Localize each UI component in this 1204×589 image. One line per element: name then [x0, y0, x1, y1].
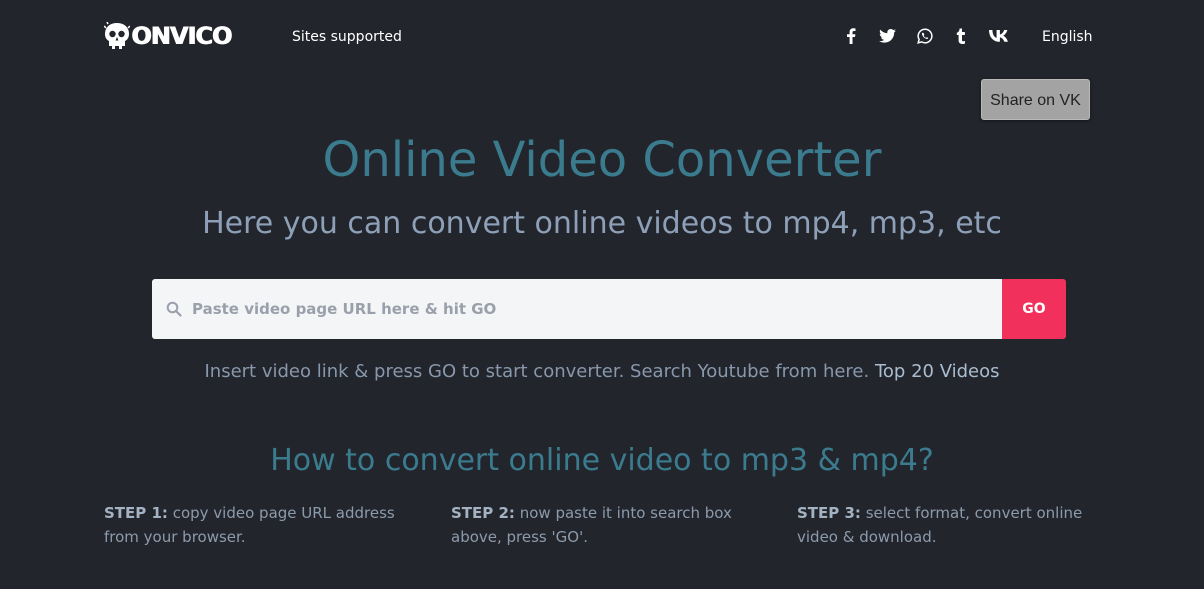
step-label: STEP 1:	[104, 504, 168, 522]
logo-text: ONVICO	[131, 22, 232, 50]
page-subtitle: Here you can convert online videos to mp…	[202, 206, 1002, 241]
step-1: STEP 1: copy video page URL address from…	[104, 501, 404, 549]
tumblr-icon	[956, 28, 965, 44]
vk-icon	[989, 30, 1008, 42]
step-label: STEP 2:	[451, 504, 515, 522]
step-2: STEP 2: now paste it into search box abo…	[451, 501, 751, 549]
howto-title: How to convert online video to mp3 & mp4…	[270, 443, 934, 478]
sites-supported-link[interactable]: Sites supported	[292, 27, 402, 47]
facebook-icon	[847, 28, 856, 44]
whatsapp-icon	[917, 28, 933, 44]
vk-share-link[interactable]	[988, 24, 1010, 48]
facebook-share-link[interactable]	[841, 24, 861, 48]
search-hint-text: Insert video link & press GO to start co…	[204, 361, 870, 382]
page: ONVICO Sites supported English Share on …	[0, 0, 1204, 589]
site-logo[interactable]: ONVICO	[104, 18, 232, 54]
tumblr-share-link[interactable]	[951, 24, 971, 48]
share-on-vk-button[interactable]: Share on VK	[981, 79, 1090, 120]
whatsapp-share-link[interactable]	[915, 24, 935, 48]
search-hint: Insert video link & press GO to start co…	[0, 359, 1204, 385]
search-box[interactable]	[152, 279, 1002, 339]
search-icon	[166, 301, 182, 317]
step-label: STEP 3:	[797, 504, 861, 522]
page-title: Online Video Converter	[322, 132, 882, 188]
go-button[interactable]: GO	[1002, 279, 1066, 339]
top-20-videos-link[interactable]: Top 20 Videos	[875, 361, 1000, 382]
skull-logo-icon	[104, 22, 130, 49]
step-3: STEP 3: select format, convert online vi…	[797, 501, 1087, 549]
language-selector[interactable]: English	[1042, 27, 1093, 47]
video-url-input[interactable]	[192, 289, 972, 329]
twitter-share-link[interactable]	[877, 24, 897, 48]
twitter-icon	[878, 29, 896, 43]
